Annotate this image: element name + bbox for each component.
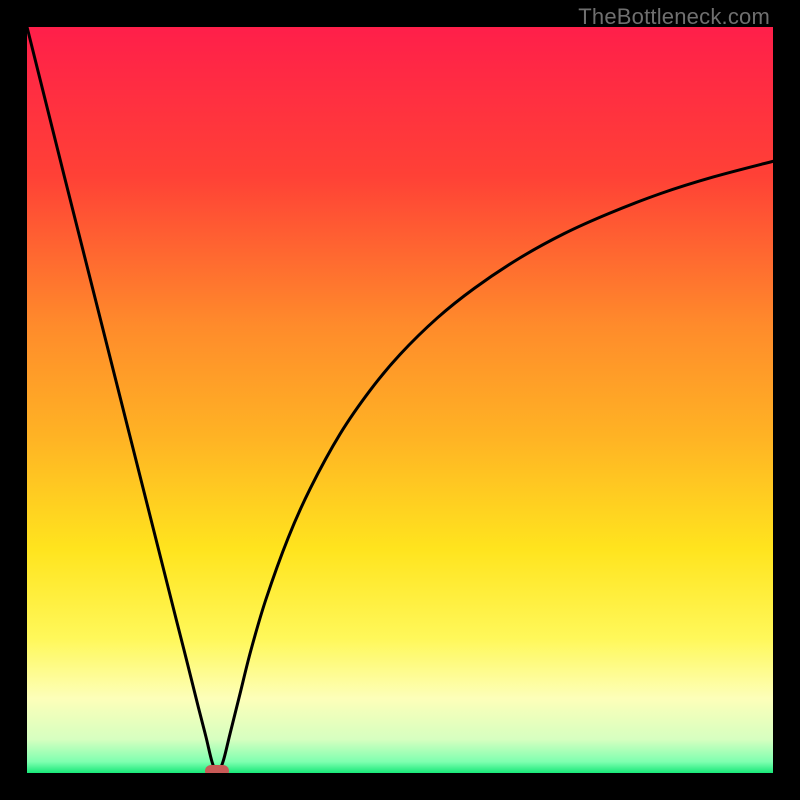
- bottleneck-curve: [27, 27, 773, 773]
- curve-layer: [27, 27, 773, 773]
- plot-area: [27, 27, 773, 773]
- optimal-point-marker: [205, 765, 229, 773]
- chart-frame: TheBottleneck.com: [0, 0, 800, 800]
